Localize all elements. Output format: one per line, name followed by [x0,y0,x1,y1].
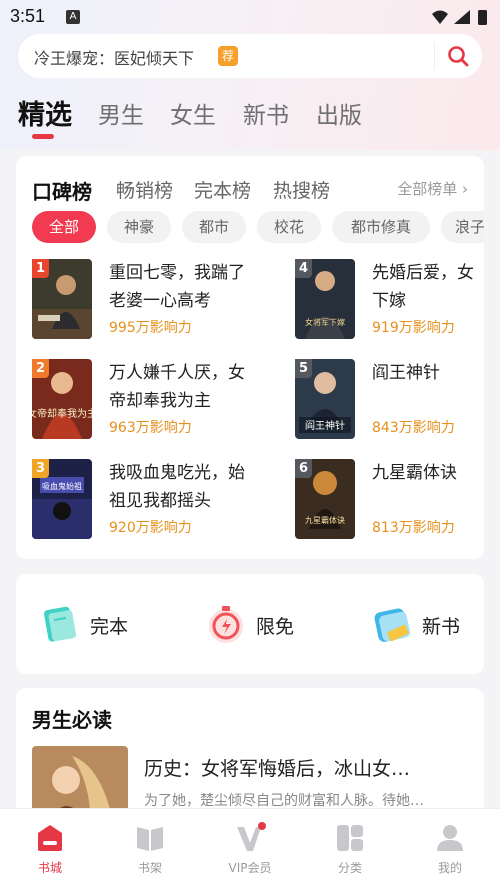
rank-badge: 4 [295,259,312,278]
nav-bookstore[interactable]: 书城 [0,817,100,881]
ranked-book-6[interactable]: 九星霸体诀 6 九星霸体诀 813万影响力 [295,459,484,541]
signal-icon [454,10,470,24]
cover-title-text: 女将军下嫁 [305,317,345,327]
nav-label: 我的 [437,861,462,875]
chip-urban-cultivation[interactable]: 都市修真 [332,211,430,243]
stopwatch-icon [209,606,243,643]
book-icon [44,606,77,642]
section-title: 男生必读 [32,708,112,732]
status-bar: 3:51 A [0,0,500,34]
wifi-icon [432,10,448,24]
search-suggestion[interactable]: 冷王爆宠：医妃倾天下 [34,45,194,69]
rank-badge: 5 [295,359,312,378]
search-icon[interactable] [446,44,470,68]
rank-badge: 6 [295,459,312,478]
book-title: 先婚后爱，女下嫁 [372,263,474,311]
nav-vip[interactable]: VIP会员 [200,817,300,881]
nav-label: 书架 [137,861,162,875]
book-title: 我吸血鬼吃光，始祖见我都摇头 [109,463,245,511]
rank-tab-bestseller[interactable]: 畅销榜 [116,176,173,203]
book-influence: 995万影响力 [109,320,192,336]
search-divider [434,42,435,70]
cover-title-text: 吸血鬼始祖 [42,481,82,491]
tab-male[interactable]: 男生 [98,96,144,130]
chip-all[interactable]: 全部 [32,211,96,243]
ranking-card: 口碑榜 畅销榜 完本榜 热搜榜 全部榜单 › 全部 神豪 都市 校花 都市修真 … [16,156,484,559]
active-tab-indicator [32,134,54,139]
book-title: 重回七零，我踹了老婆一心高考 [109,263,245,311]
recommend-badge: 荐 [218,46,238,66]
ranked-book-4[interactable]: 女将军下嫁 4 先婚后爱，女下嫁 919万影响力 [295,259,484,341]
ranked-book-3[interactable]: 吸血鬼始祖 3 我吸血鬼吃光，始祖见我都摇头 920万影响力 [32,459,252,541]
bookshelf-icon [137,827,163,851]
nav-bookshelf[interactable]: 书架 [100,817,200,881]
profile-icon [437,825,463,851]
book-influence: 963万影响力 [109,420,192,436]
new-tag-icon [374,608,411,642]
cover-title-text: 女帝却奉我为主 [32,407,92,420]
rank-tab-trending[interactable]: 热搜榜 [273,176,330,203]
bookstore-icon [38,825,62,851]
nav-label: 分类 [337,861,362,875]
book-title: 九星霸体诀 [372,463,457,483]
status-time: 3:51 [10,6,46,26]
shortcut-label: 限免 [256,616,295,638]
shortcut-label: 新书 [422,616,461,638]
rank-badge: 3 [32,459,49,478]
book-title: 阎王神针 [372,363,440,383]
book-influence: 813万影响力 [372,520,455,536]
tab-new-books[interactable]: 新书 [243,96,289,130]
tab-female[interactable]: 女生 [170,96,216,130]
battery-icon [478,10,487,25]
category-shortcuts: 完本 限免 新书 [16,574,484,674]
category-icon [337,825,363,851]
shortcut-label: 完本 [90,616,129,638]
rank-tab-reputation[interactable]: 口碑榜 [32,176,92,205]
cover-title-text: 九星霸体诀 [305,515,345,525]
nav-label: VIP会员 [228,861,272,875]
book-influence: 920万影响力 [109,520,192,536]
cover-title-text: 阎王神针 [305,419,345,432]
vip-icon [237,822,266,851]
book-influence: 919万影响力 [372,320,455,336]
tab-featured[interactable]: 精选 [18,93,72,132]
nav-category[interactable]: 分类 [300,817,400,881]
must-read-book-desc: 为了她，楚尘倾尽自己的财富和人脉。待她… [144,793,424,809]
all-rankings-link[interactable]: 全部榜单 › [397,178,468,199]
nav-profile[interactable]: 我的 [400,817,500,881]
rank-badge: 1 [32,259,49,278]
chip-prodigal[interactable]: 浪子 [441,211,484,243]
chip-urban[interactable]: 都市 [182,211,246,243]
ranked-book-2[interactable]: 女帝却奉我为主 2 万人嫌千人厌，女帝却奉我为主 963万影响力 [32,359,252,441]
app-notification-icon: A [66,10,80,24]
book-influence: 843万影响力 [372,420,455,436]
status-icons [432,10,487,25]
bottom-nav: 书城 书架 VIP会员 分类 我的 [0,808,500,888]
search-bar[interactable]: 冷王爆宠：医妃倾天下 荐 [18,34,482,78]
chip-tycoon[interactable]: 神豪 [107,211,171,243]
chip-school-beauty[interactable]: 校花 [257,211,321,243]
tab-publishing[interactable]: 出版 [316,96,362,130]
book-title: 万人嫌千人厌，女帝却奉我为主 [109,363,245,411]
ranked-book-5[interactable]: 阎王神针 5 阎王神针 843万影响力 [295,359,484,441]
rank-badge: 2 [32,359,49,378]
must-read-book-title[interactable]: 历史：女将军悔婚后，冰山女… [144,754,410,781]
ranked-book-1[interactable]: 1 重回七零，我踹了老婆一心高考 995万影响力 [32,259,252,341]
rank-tab-completed[interactable]: 完本榜 [194,176,251,203]
nav-label: 书城 [37,861,62,875]
